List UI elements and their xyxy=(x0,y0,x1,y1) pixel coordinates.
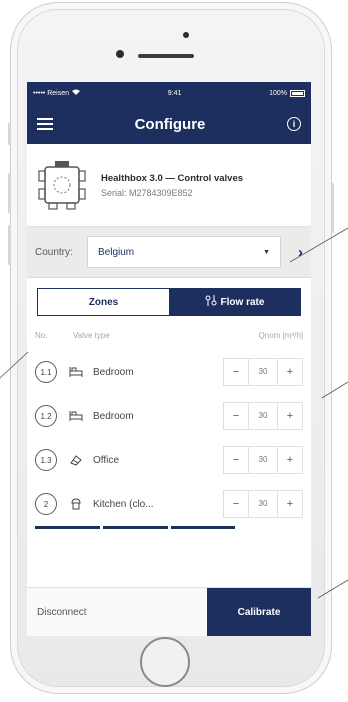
country-row: Country: Belgium ▼ › xyxy=(27,227,311,278)
qnom-stepper: − 30 + xyxy=(223,446,303,474)
tab-flow-rate-label: Flow rate xyxy=(220,296,265,308)
qnom-value[interactable]: 30 xyxy=(248,447,278,473)
increment-button[interactable]: + xyxy=(278,498,302,510)
kitchen-icon xyxy=(69,498,83,510)
increment-button[interactable]: + xyxy=(278,410,302,422)
menu-icon[interactable] xyxy=(37,118,53,130)
tab-flow-rate[interactable]: Flow rate xyxy=(169,289,300,315)
qnom-stepper: − 30 + xyxy=(223,402,303,430)
more-rows-indicator xyxy=(27,526,311,529)
decrement-button[interactable]: − xyxy=(224,498,248,510)
power-button xyxy=(331,183,334,233)
valve-type: Office xyxy=(93,454,119,466)
qnom-value[interactable]: 30 xyxy=(248,491,278,517)
calibrate-button[interactable]: Calibrate xyxy=(207,588,311,636)
qnom-value[interactable]: 30 xyxy=(248,359,278,385)
battery-percent: 100% xyxy=(269,89,287,97)
col-no: No. xyxy=(35,330,48,340)
bed-icon xyxy=(69,366,83,378)
valve-number: 1.3 xyxy=(35,449,57,471)
healthbox-device-icon xyxy=(38,161,86,210)
mute-switch xyxy=(8,123,11,145)
valve-number: 1.2 xyxy=(35,405,57,427)
valve-number: 1.1 xyxy=(35,361,57,383)
chevron-down-icon: ▼ xyxy=(263,248,270,256)
device-serial: Serial: M2784309E852 xyxy=(101,187,193,198)
country-value: Belgium xyxy=(98,246,135,258)
valve-type: Bedroom xyxy=(93,366,134,378)
table-row: 1.3 Office − 30 + xyxy=(27,438,311,482)
chevron-right-icon[interactable]: › xyxy=(281,244,303,261)
info-icon[interactable]: i xyxy=(286,117,301,131)
wifi-icon xyxy=(72,89,80,97)
qnom-stepper: − 30 + xyxy=(223,490,303,518)
clock-label: 9:41 xyxy=(167,89,182,97)
bed-icon xyxy=(69,410,83,422)
tab-zones[interactable]: Zones xyxy=(38,289,169,315)
nav-bar: Configure i xyxy=(27,104,311,144)
table-row: 2 Kitchen (clo... − 30 + xyxy=(27,482,311,526)
country-select[interactable]: Belgium ▼ xyxy=(87,236,281,268)
battery-icon xyxy=(290,89,305,97)
page-title: Configure xyxy=(134,115,206,133)
qnom-value[interactable]: 30 xyxy=(248,403,278,429)
app-screen: ••••• Reisen 9:41 100% Configure i Healt… xyxy=(27,82,311,636)
volume-down-button xyxy=(8,225,11,265)
table-header: No. Valve type Qnom [m³/h] xyxy=(27,320,311,350)
front-camera xyxy=(116,50,124,58)
decrement-button[interactable]: − xyxy=(224,454,248,466)
valve-type: Kitchen (clo... xyxy=(93,498,154,510)
home-button xyxy=(140,637,190,687)
volume-up-button xyxy=(8,173,11,213)
valve-number: 2 xyxy=(35,493,57,515)
increment-button[interactable]: + xyxy=(278,366,302,378)
table-row: 1.2 Bedroom − 30 + xyxy=(27,394,311,438)
decrement-button[interactable]: − xyxy=(224,410,248,422)
decrement-button[interactable]: − xyxy=(224,366,248,378)
flow-rate-icon xyxy=(205,295,217,309)
increment-button[interactable]: + xyxy=(278,454,302,466)
tab-zones-label: Zones xyxy=(88,296,119,308)
valve-type: Bedroom xyxy=(93,410,134,422)
disconnect-button[interactable]: Disconnect xyxy=(27,588,207,636)
col-valve-type: Valve type xyxy=(73,330,110,340)
office-icon xyxy=(69,454,83,466)
qnom-stepper: − 30 + xyxy=(223,358,303,386)
proximity-sensor xyxy=(183,32,189,38)
col-qnom: Qnom [m³/h] xyxy=(258,330,303,340)
country-label: Country: xyxy=(35,246,73,258)
table-row: 1.1 Bedroom − 30 + xyxy=(27,350,311,394)
device-card: Healthbox 3.0 — Control valves Serial: M… xyxy=(27,144,311,227)
carrier-label: ••••• Reisen xyxy=(33,89,69,97)
device-name: Healthbox 3.0 — Control valves xyxy=(101,172,244,184)
earpiece-speaker xyxy=(138,54,194,58)
footer-bar: Disconnect Calibrate xyxy=(27,587,311,636)
view-toggle: Zones Flow rate xyxy=(37,288,301,316)
status-bar: ••••• Reisen 9:41 100% xyxy=(27,82,311,104)
